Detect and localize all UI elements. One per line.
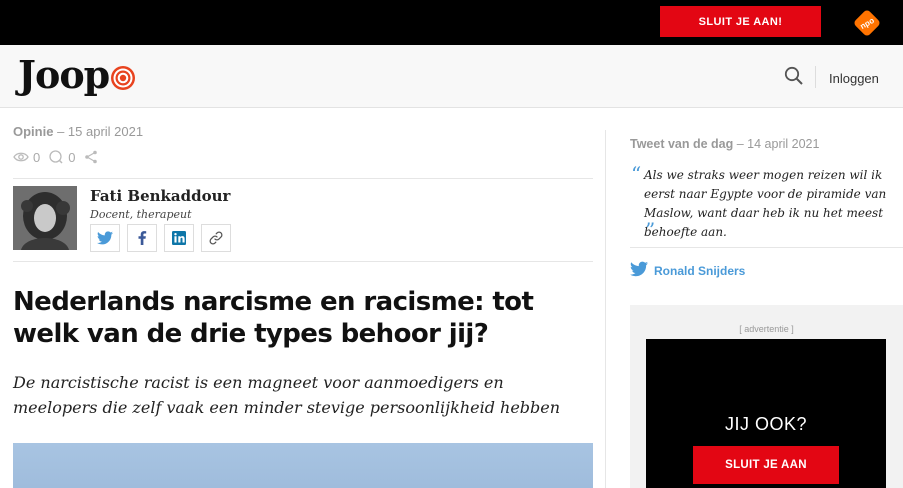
- target-logo-icon: [111, 66, 136, 90]
- tweet-author-link[interactable]: Ronald Snijders: [654, 264, 745, 278]
- author-avatar[interactable]: [13, 186, 77, 250]
- search-icon[interactable]: [784, 66, 804, 86]
- twitter-icon: [630, 261, 648, 277]
- share-twitter-button[interactable]: [90, 224, 120, 252]
- ad-banner[interactable]: JIJ OOK? SLUIT JE AAN: [646, 339, 886, 488]
- ad-headline: JIJ OOK?: [724, 414, 808, 434]
- npo-logo-icon[interactable]: npo: [853, 9, 881, 37]
- ad-join-button[interactable]: SLUIT JE AAN: [693, 446, 839, 484]
- advertisement: [ advertentie ] JIJ OOK? SLUIT JE AAN: [630, 305, 903, 488]
- author-name[interactable]: Fati Benkaddour: [90, 187, 230, 205]
- view-count: 0: [33, 149, 41, 165]
- divider: [630, 247, 903, 248]
- eye-icon: [13, 152, 29, 162]
- article-stats: 0 0: [13, 148, 103, 166]
- quote-open-icon: “: [631, 162, 642, 186]
- comment-count: 0: [68, 149, 76, 165]
- copy-link-button[interactable]: [201, 224, 231, 252]
- tweet-date: – 14 april 2021: [736, 137, 820, 151]
- article-hero-image: [13, 443, 593, 488]
- share-icon[interactable]: [83, 149, 99, 165]
- twitter-icon: [97, 231, 113, 245]
- facebook-icon: [138, 231, 147, 245]
- divider: [13, 178, 593, 179]
- divider: [13, 261, 593, 262]
- top-bar: SLUIT JE AAN! npo: [0, 0, 903, 45]
- category-link[interactable]: Opinie: [13, 124, 53, 139]
- article-meta: Opinie – 15 april 2021: [13, 124, 143, 139]
- column-divider: [605, 130, 606, 488]
- site-logo[interactable]: Joop: [18, 50, 136, 100]
- article-date: – 15 april 2021: [57, 124, 144, 139]
- link-icon: [209, 231, 223, 245]
- tweet-label: Tweet van de dag: [630, 137, 734, 151]
- share-facebook-button[interactable]: [127, 224, 157, 252]
- linkedin-icon: [172, 231, 186, 245]
- article-lead: De narcistische racist is een magneet vo…: [13, 373, 561, 417]
- author-photo-image: [13, 186, 77, 250]
- comment-icon[interactable]: [48, 149, 64, 165]
- author-role: Docent, therapeut: [90, 208, 192, 221]
- join-button[interactable]: SLUIT JE AAN!: [660, 6, 821, 37]
- header-divider: [815, 66, 816, 88]
- tweet-text: Als we straks weer mogen reizen wil ik e…: [644, 168, 887, 239]
- tweet-of-the-day-header: Tweet van de dag – 14 april 2021: [630, 137, 819, 151]
- ad-label: [ advertentie ]: [739, 324, 794, 334]
- login-link[interactable]: Inloggen: [829, 71, 879, 86]
- share-linkedin-button[interactable]: [164, 224, 194, 252]
- article-title: Nederlands narcisme en racisme: tot welk…: [13, 287, 534, 349]
- quote-close-icon: ”: [645, 218, 656, 242]
- logo-text: Joop: [18, 52, 110, 97]
